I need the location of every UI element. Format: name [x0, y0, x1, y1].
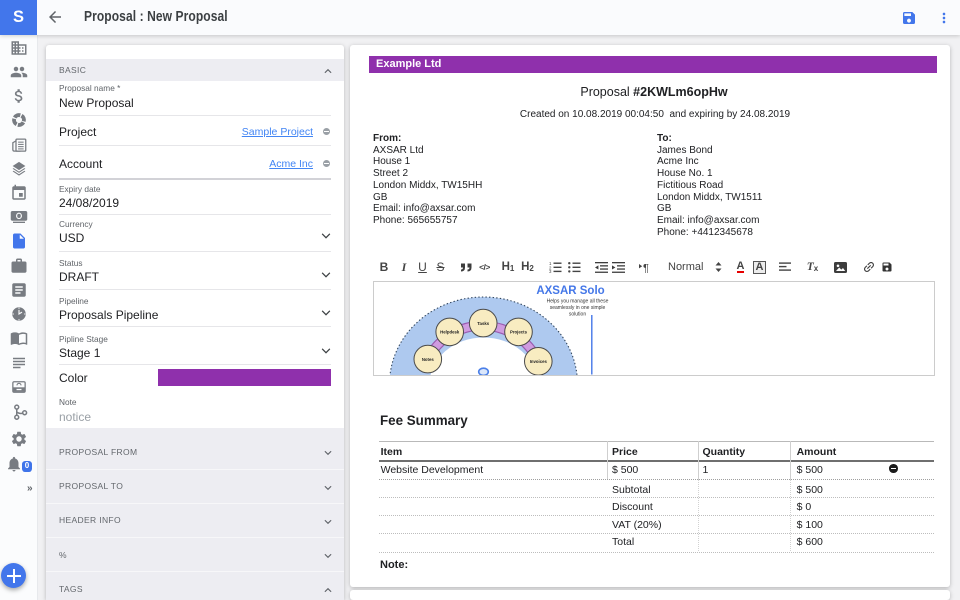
svg-text:Helps you manage all these: Helps you manage all these	[546, 299, 608, 305]
svg-text:AXSAR Solo: AXSAR Solo	[536, 285, 604, 297]
svg-text:¶: ¶	[643, 262, 649, 273]
svg-text:Projects: Projects	[510, 330, 528, 335]
svg-text:Notes: Notes	[421, 357, 434, 362]
svg-text:3: 3	[549, 269, 552, 273]
svg-text:Helpdesk: Helpdesk	[440, 330, 460, 335]
svg-text:solution: solution	[568, 312, 585, 318]
svg-text:seamlessly in one simple: seamlessly in one simple	[549, 305, 605, 311]
svg-text:Tasks: Tasks	[477, 321, 489, 326]
svg-text:Invoices: Invoices	[529, 359, 547, 364]
